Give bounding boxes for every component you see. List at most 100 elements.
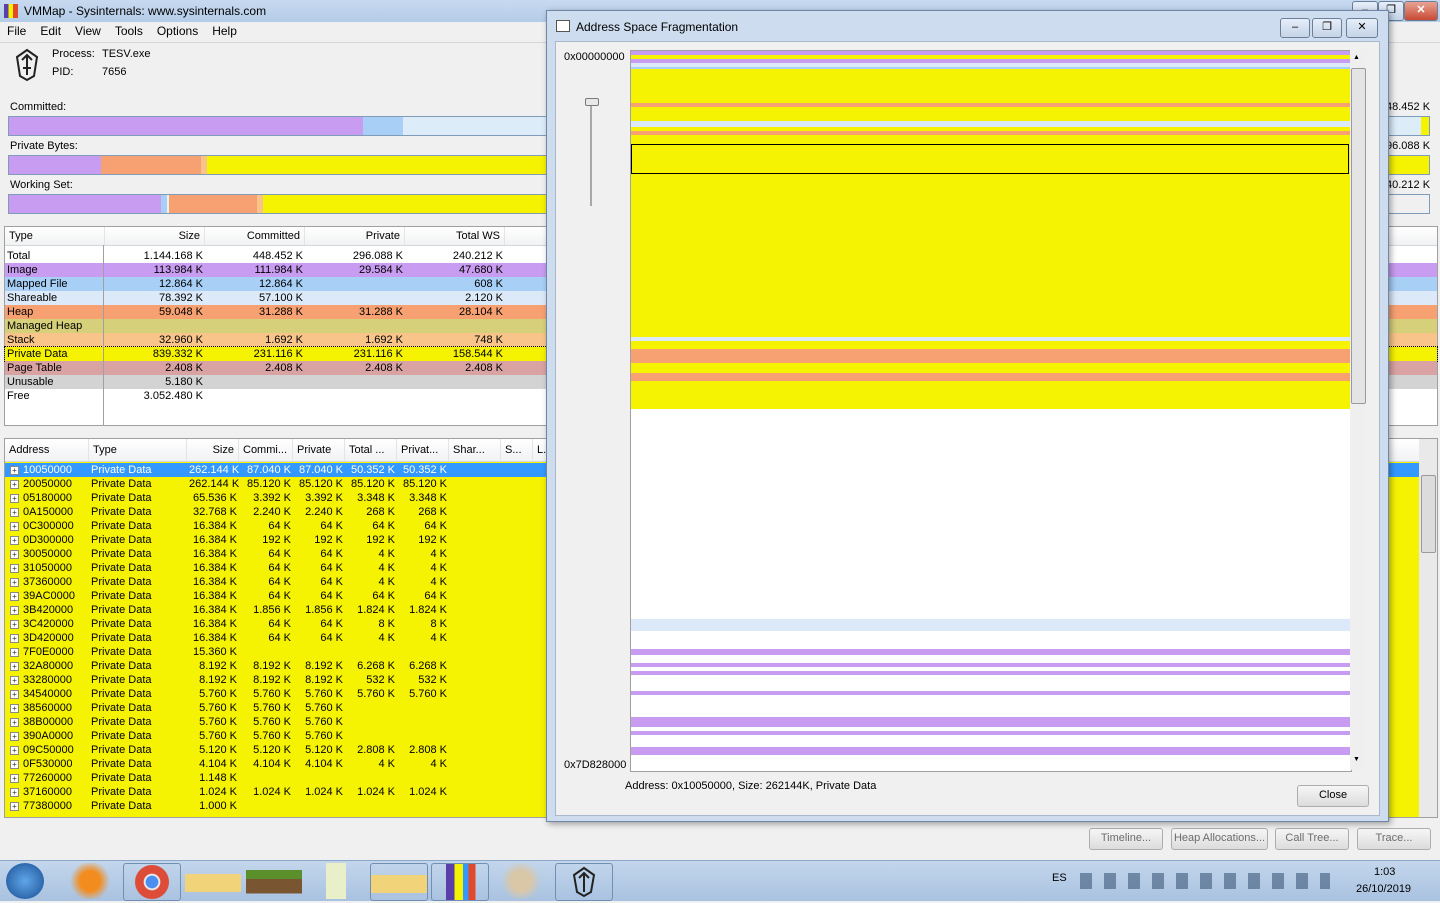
expand-icon[interactable]: + (10, 746, 19, 755)
expand-icon[interactable]: + (10, 788, 19, 797)
dialog-minimize-button[interactable]: – (1280, 18, 1310, 38)
cell-committed (239, 645, 293, 659)
cell-total-ws (345, 771, 397, 785)
folder-window-icon[interactable] (370, 863, 428, 901)
col-total-ws[interactable]: Total ... (345, 439, 397, 461)
menu-edit[interactable]: Edit (33, 22, 68, 40)
menu-file[interactable]: File (0, 22, 33, 40)
committed-total: 48.452 K (1386, 101, 1431, 113)
col-private-ws[interactable]: Privat... (397, 439, 449, 461)
trace-button[interactable]: Trace... (1357, 828, 1431, 850)
cell-address: 390A0000 (23, 730, 74, 742)
col-total-ws[interactable]: Total WS (405, 227, 505, 245)
firefox-icon[interactable] (62, 863, 118, 899)
notepad-plus-icon[interactable] (308, 863, 364, 899)
dialog-maximize-button[interactable]: ❐ (1312, 18, 1342, 38)
expand-icon[interactable]: + (10, 508, 19, 517)
cell-private-ws (397, 715, 449, 729)
expand-icon[interactable]: + (10, 774, 19, 783)
call-tree-button[interactable]: Call Tree... (1275, 828, 1349, 850)
col-type[interactable]: Type (5, 227, 105, 245)
tray-icons[interactable] (1080, 873, 1330, 889)
language-indicator[interactable]: ES (1052, 872, 1067, 884)
heap-allocations-button[interactable]: Heap Allocations... (1171, 828, 1268, 850)
memory-region-band (631, 731, 1351, 735)
scroll-down-icon[interactable]: ▼ (1353, 756, 1360, 763)
menu-help[interactable]: Help (205, 22, 244, 40)
cell-total-ws (345, 701, 397, 715)
expand-icon[interactable]: + (10, 704, 19, 713)
expand-icon[interactable]: + (10, 466, 19, 475)
cell-private-ws: 5.760 K (409, 688, 447, 700)
close-window-button[interactable]: ✕ (1404, 1, 1438, 21)
expand-icon[interactable]: + (10, 480, 19, 489)
expand-icon[interactable]: + (10, 494, 19, 503)
expand-icon[interactable]: + (10, 634, 19, 643)
expand-icon[interactable]: + (10, 760, 19, 769)
summary-cell-total-ws (405, 389, 505, 403)
expand-icon[interactable]: + (10, 592, 19, 601)
close-button[interactable]: Close (1297, 785, 1369, 807)
fragmentation-map[interactable] (630, 50, 1352, 772)
expand-icon[interactable]: + (10, 676, 19, 685)
expand-icon[interactable]: + (10, 522, 19, 531)
summary-cell-type: Shareable (7, 292, 58, 304)
expand-icon[interactable]: + (10, 662, 19, 671)
expand-icon[interactable]: + (10, 536, 19, 545)
detail-scroll-thumb[interactable] (1421, 475, 1436, 553)
expand-icon[interactable]: + (10, 620, 19, 629)
scroll-up-icon[interactable]: ▲ (1353, 54, 1360, 61)
minecraft-icon[interactable] (246, 863, 302, 899)
expand-icon[interactable]: + (10, 606, 19, 615)
cell-private-ws (397, 645, 449, 659)
detail-scrollbar[interactable] (1419, 439, 1437, 817)
paint-icon[interactable] (493, 863, 549, 899)
cell-address: 33280000 (23, 674, 72, 686)
expand-icon[interactable]: + (10, 802, 19, 811)
cell-size: 16.384 K (192, 534, 237, 546)
zoom-slider-track[interactable] (590, 100, 592, 206)
col-private[interactable]: Private (305, 227, 405, 245)
clock-date[interactable]: 26/10/2019 (1356, 883, 1411, 895)
vmmap-app-icon (4, 4, 18, 18)
summary-cell-committed: 12.864 K (258, 278, 303, 290)
map-scroll-thumb[interactable] (1351, 68, 1366, 404)
expand-icon[interactable]: + (10, 564, 19, 573)
menu-view[interactable]: View (68, 22, 108, 40)
cell-type: Private Data (91, 562, 152, 574)
clock-time[interactable]: 1:03 (1374, 866, 1395, 878)
col-committed[interactable]: Committed (205, 227, 305, 245)
col-shareable-ws[interactable]: Shar... (449, 439, 501, 461)
menu-options[interactable]: Options (150, 22, 205, 40)
col-type[interactable]: Type (89, 439, 187, 461)
chrome-icon[interactable] (123, 863, 181, 901)
cell-address: 09C50000 (23, 744, 74, 756)
explorer-icon[interactable] (185, 863, 241, 899)
cell-private-ws (397, 701, 449, 715)
cell-total-ws: 64 K (372, 590, 395, 602)
col-size[interactable]: Size (105, 227, 205, 245)
timeline-button[interactable]: Timeline... (1089, 828, 1163, 850)
expand-icon[interactable]: + (10, 690, 19, 699)
menu-tools[interactable]: Tools (108, 22, 150, 40)
expand-icon[interactable]: + (10, 578, 19, 587)
cell-total-ws: 268 K (366, 506, 395, 518)
expand-icon[interactable]: + (10, 732, 19, 741)
col-shared-ws[interactable]: S... (501, 439, 533, 461)
skyrim-taskbar-icon[interactable] (555, 863, 613, 901)
zoom-slider-thumb[interactable] (585, 98, 599, 106)
vmmap-taskbar-icon[interactable] (431, 863, 489, 901)
expand-icon[interactable]: + (10, 550, 19, 559)
expand-icon[interactable]: + (10, 648, 19, 657)
start-button-icon[interactable] (6, 863, 44, 899)
cell-type: Private Data (91, 632, 152, 644)
col-size[interactable]: Size (187, 439, 239, 461)
dialog-close-x-button[interactable]: ✕ (1346, 18, 1378, 38)
cell-type: Private Data (91, 492, 152, 504)
expand-icon[interactable]: + (10, 718, 19, 727)
col-address[interactable]: Address (5, 439, 89, 461)
col-committed[interactable]: Commi... (239, 439, 293, 461)
skyrim-logo-icon (15, 48, 39, 82)
map-scrollbar[interactable]: ▲ ▼ (1350, 50, 1366, 770)
col-private[interactable]: Private (293, 439, 345, 461)
